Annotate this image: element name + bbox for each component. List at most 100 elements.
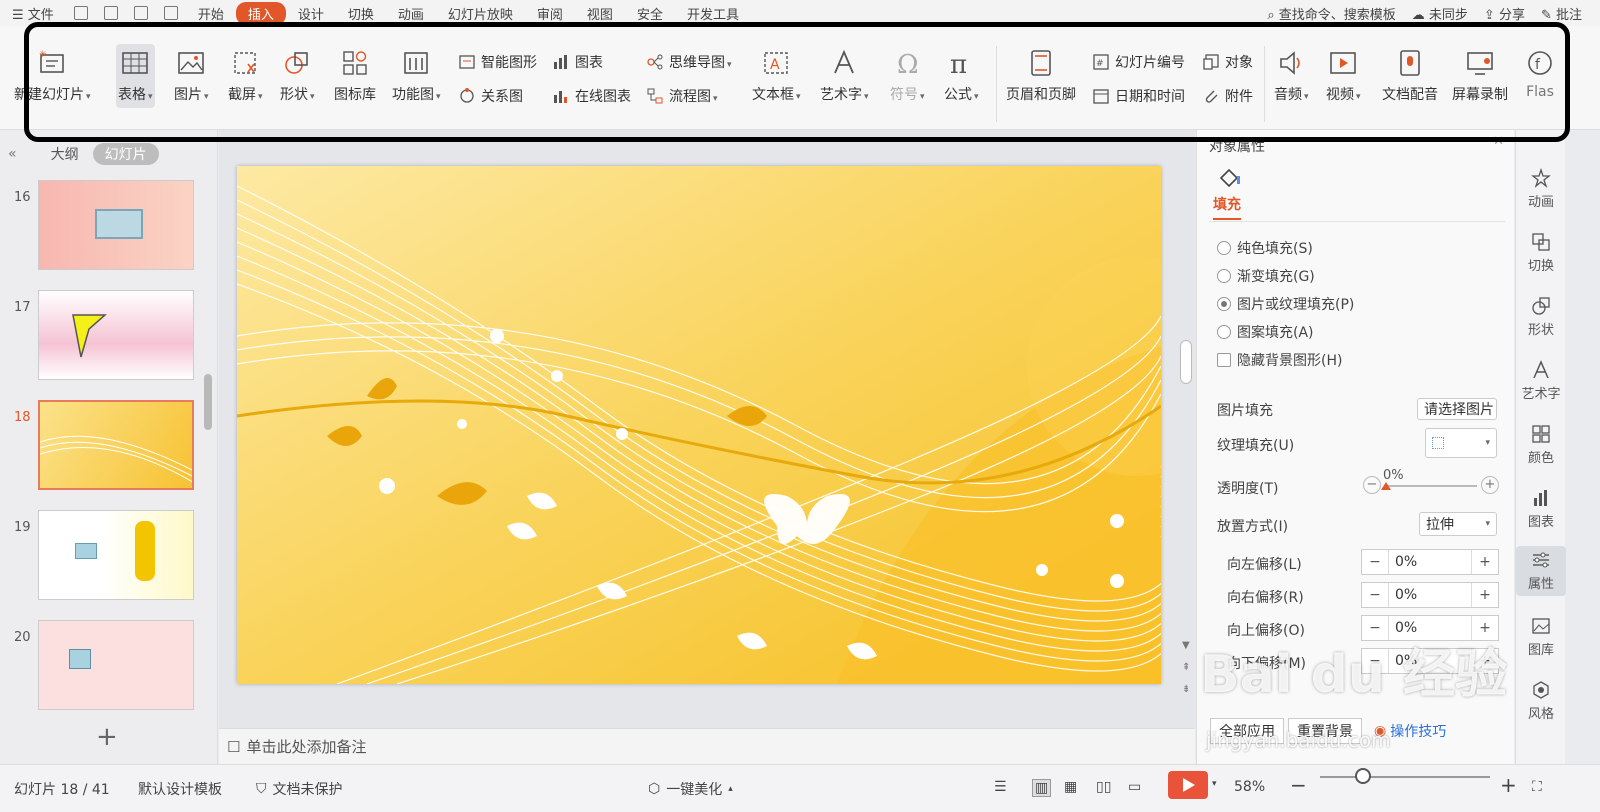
screen-record-button[interactable]: 屏幕录制 <box>1452 48 1508 104</box>
chart-button[interactable]: 图表 <box>552 52 603 72</box>
thumbnail-item[interactable]: 17 <box>0 290 200 382</box>
audio-button[interactable]: 音频 <box>1274 48 1309 104</box>
symbol-button[interactable]: Ω 符号 <box>890 48 925 104</box>
radio-button[interactable] <box>1217 241 1231 255</box>
fill-option-gradient[interactable]: 渐变填充(G) <box>1217 266 1315 286</box>
current-slide[interactable] <box>237 166 1161 684</box>
thumbnail-item[interactable]: 16 <box>0 180 200 272</box>
zoom-slider[interactable] <box>1320 776 1490 778</box>
tab-security[interactable]: 安全 <box>625 4 675 23</box>
tab-animation[interactable]: 动画 <box>386 4 436 23</box>
transparency-minus-icon[interactable]: − <box>1363 476 1381 494</box>
smart-art-button[interactable]: 智能图形 <box>458 52 537 72</box>
tab-insert[interactable]: 插入 <box>235 1 286 25</box>
menu-file[interactable]: ☰ 文件 <box>0 4 66 23</box>
cloud-status[interactable]: ☁ 未同步 <box>1412 4 1468 23</box>
scroll-down-icon[interactable]: ▼ <box>1182 640 1190 651</box>
sidebar-item-chart[interactable]: 图表 <box>1516 488 1566 530</box>
checkbox[interactable] <box>1217 353 1231 367</box>
doc-dub-button[interactable]: 文档配音 <box>1382 48 1438 104</box>
close-icon[interactable]: ✕ <box>1493 134 1504 149</box>
play-options-icon[interactable]: ▾ <box>1212 779 1217 789</box>
notes-bar[interactable]: ☐ 单击此处添加备注 <box>219 728 1195 764</box>
slide-sorter-icon[interactable]: ▦ <box>1064 779 1077 795</box>
screenshot-button[interactable]: 截屏 <box>228 48 263 104</box>
tab-slideshow[interactable]: 幻灯片放映 <box>436 4 525 23</box>
tab-view[interactable]: 视图 <box>575 4 625 23</box>
radio-button[interactable] <box>1217 325 1231 339</box>
sidebar-item-transition[interactable]: 切换 <box>1516 232 1566 274</box>
hide-bg-graphics-option[interactable]: 隐藏背景图形(H) <box>1217 350 1342 370</box>
sidebar-item-color[interactable]: 颜色 <box>1516 424 1566 466</box>
texture-fill-select[interactable]: ▾ <box>1425 428 1497 458</box>
sidebar-item-gallery[interactable]: 图库 <box>1516 616 1566 658</box>
normal-view-icon[interactable]: ▥ <box>1032 779 1052 797</box>
reading-view-icon[interactable]: ▯▯ <box>1096 779 1111 795</box>
video-button[interactable]: 视频 <box>1326 48 1361 104</box>
zoom-slider-thumb[interactable] <box>1355 768 1371 784</box>
next-slide-icon[interactable]: ⇟ <box>1182 684 1190 695</box>
slide-number-button[interactable]: # 幻灯片编号 <box>1092 52 1185 72</box>
zoom-level[interactable]: 58% <box>1234 779 1265 795</box>
prev-slide-icon[interactable]: ⇞ <box>1182 662 1190 673</box>
slide-thumbnail[interactable] <box>38 400 194 490</box>
radio-button-selected[interactable] <box>1217 297 1231 311</box>
plus-icon[interactable]: + <box>1472 587 1498 603</box>
thumbnail-item-active[interactable]: 18 <box>0 400 200 492</box>
export-icon[interactable] <box>133 6 148 20</box>
tab-transition[interactable]: 切换 <box>336 4 386 23</box>
offset-right-stepper[interactable]: −0% + <box>1361 582 1499 608</box>
comment-button[interactable]: ✎ 批注 <box>1541 4 1582 23</box>
online-chart-button[interactable]: 在线图表 <box>552 86 631 106</box>
sidebar-item-properties[interactable]: 属性 <box>1516 546 1566 596</box>
slide-thumbnail[interactable] <box>38 620 194 710</box>
function-chart-button[interactable]: 功能图 <box>392 48 441 104</box>
collapse-icon[interactable]: « <box>8 146 17 162</box>
flowchart-button[interactable]: 流程图 <box>646 86 718 106</box>
radio-button[interactable] <box>1217 269 1231 283</box>
slide-thumbnail[interactable] <box>38 180 194 270</box>
new-slide-button[interactable]: ✳ 新建幻灯片 <box>14 48 91 104</box>
undo-icon[interactable] <box>163 6 178 20</box>
minus-icon[interactable]: − <box>1362 587 1388 603</box>
document-protection[interactable]: ⛉ 文档未保护 <box>256 779 343 799</box>
search-box[interactable]: ⌕ 查找命令、搜索模板 <box>1267 4 1395 23</box>
plus-icon[interactable]: + <box>1472 554 1498 570</box>
transparency-slider[interactable] <box>1385 485 1477 487</box>
transparency-slider-thumb[interactable] <box>1381 482 1391 490</box>
offset-right-value[interactable]: 0% <box>1388 583 1472 607</box>
flash-button[interactable]: f Flas <box>1524 48 1556 100</box>
fill-option-pattern[interactable]: 图案填充(A) <box>1217 322 1314 342</box>
share-button[interactable]: ⇪ 分享 <box>1484 4 1525 23</box>
tab-fill[interactable]: 填充 <box>1213 194 1241 220</box>
template-name[interactable]: 默认设计模板 <box>138 779 222 799</box>
shape-button[interactable]: 形状 <box>280 48 315 104</box>
tab-slides[interactable]: 幻灯片 <box>92 143 159 165</box>
sidebar-item-word-art[interactable]: 艺术字 <box>1516 360 1566 402</box>
slide-thumbnail[interactable] <box>38 290 194 380</box>
tab-home[interactable]: 开始 <box>186 4 236 23</box>
tab-review[interactable]: 审阅 <box>525 4 575 23</box>
image-button[interactable]: 图片 <box>174 48 209 104</box>
attachment-button[interactable]: 附件 <box>1202 86 1253 106</box>
add-slide-button[interactable]: + <box>96 722 118 752</box>
placement-select[interactable]: 拉伸 ▾ <box>1419 512 1497 536</box>
date-time-button[interactable]: 日期和时间 <box>1092 86 1185 106</box>
relation-chart-button[interactable]: 关系图 <box>458 86 523 106</box>
fill-option-solid[interactable]: 纯色填充(S) <box>1217 238 1313 258</box>
play-slideshow-button[interactable] <box>1168 771 1208 799</box>
tab-outline[interactable]: 大纲 <box>51 144 79 164</box>
transparency-plus-icon[interactable]: + <box>1481 476 1499 494</box>
slide-thumbnail[interactable] <box>38 510 194 600</box>
sidebar-item-shape[interactable]: 形状 <box>1516 296 1566 338</box>
print-icon[interactable] <box>103 6 118 20</box>
offset-left-value[interactable]: 0% <box>1388 550 1472 574</box>
thumbnail-item[interactable]: 19 <box>0 510 200 602</box>
thumbnail-scrollbar[interactable] <box>204 374 212 430</box>
fit-window-icon[interactable]: ⛶ <box>1532 779 1542 795</box>
fill-bucket-icon[interactable] <box>1217 166 1241 190</box>
thumbnail-item[interactable]: 20 <box>0 620 200 712</box>
mind-map-button[interactable]: 思维导图 <box>646 52 732 72</box>
save-icon[interactable] <box>73 6 88 20</box>
canvas-scrollbar[interactable] <box>1180 340 1192 384</box>
